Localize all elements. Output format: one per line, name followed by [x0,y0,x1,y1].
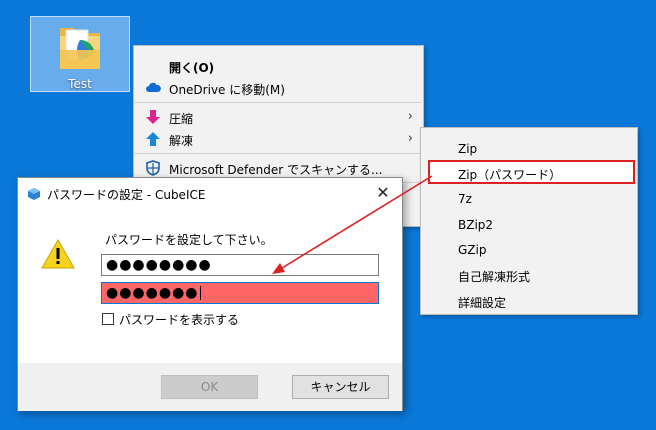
annotation-arrow [272,175,433,274]
